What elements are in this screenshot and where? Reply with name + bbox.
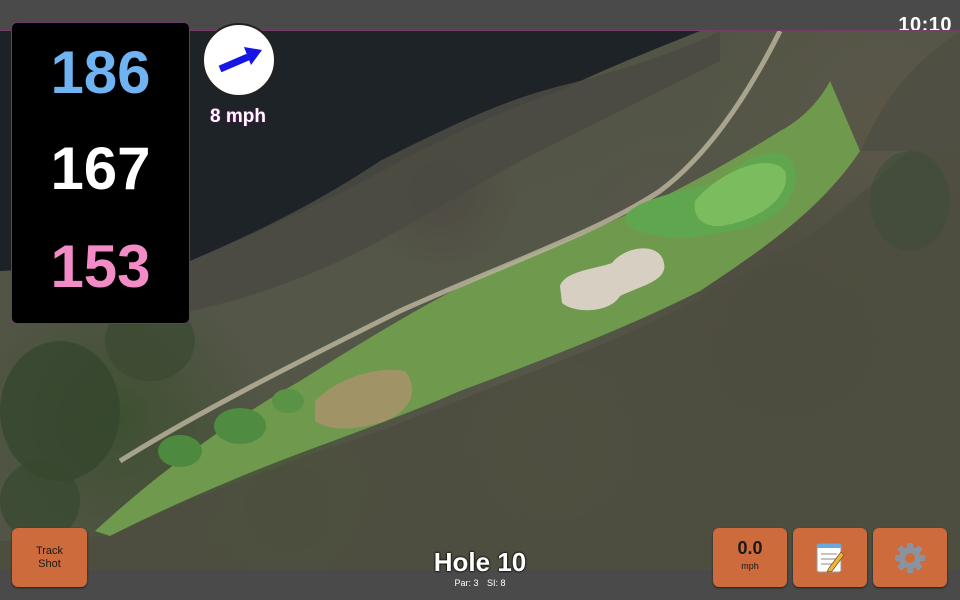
track-shot-button[interactable]: Track Shot (12, 528, 87, 587)
front-yardage-value: 153 (50, 233, 151, 300)
back-yardage: 186 (12, 43, 189, 103)
arrow-east-icon (218, 47, 262, 73)
track-shot-label-line2: Shot (38, 558, 61, 570)
back-yardage-value: 186 (50, 39, 151, 106)
speed-unit: mph (741, 561, 759, 571)
settings-button[interactable] (873, 528, 947, 587)
notes-button[interactable] (793, 528, 867, 587)
middle-yardage: 167 (12, 139, 189, 199)
speed-value: 0.0 (737, 538, 763, 558)
hole-meta: Par: 3 SI: 8 (380, 578, 580, 588)
yardage-panel: 186 167 153 (11, 22, 190, 324)
track-shot-label-line1: Track (35, 545, 64, 557)
front-yardage: 153 (12, 237, 189, 297)
gear-icon (895, 543, 925, 573)
wind-speed-label: 8 mph (210, 106, 266, 127)
hole-title: Hole 10 (433, 547, 527, 577)
si-label: SI: 8 (487, 578, 506, 588)
middle-yardage-value: 167 (50, 135, 151, 202)
notepad-icon (816, 543, 845, 573)
wind-indicator (202, 23, 276, 97)
speed-button[interactable]: 0.0 mph (713, 528, 787, 587)
par-label: Par: 3 (454, 578, 479, 588)
